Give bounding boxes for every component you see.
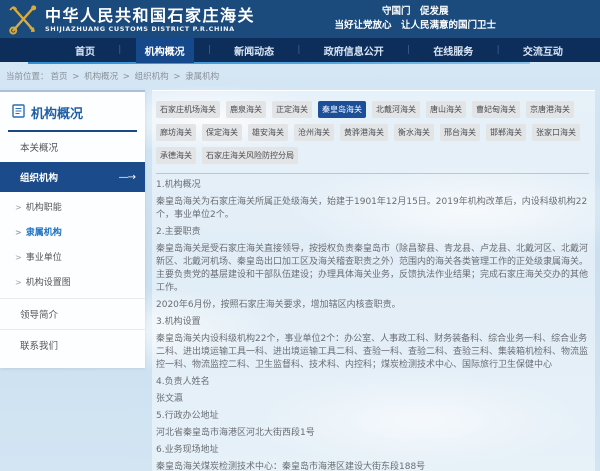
sidebar-subitem-org-chart[interactable]: > 机构设置图 [0,269,145,294]
article-paragraph: 秦皇岛海关煤炭检测技术中心：秦皇岛市海港区建设大街东段188号 [156,461,589,471]
article-paragraph: 2.主要职责 [156,226,589,239]
breadcrumb-link-overview[interactable]: 机构概况 [84,72,118,82]
sidebar: 机构概况 本关概况 组织机构 —→ > 机构职能 > 隶属机构 > 事业单位 > 机构设… [0,90,145,368]
customs-tab[interactable]: 承德海关 [156,147,196,164]
article-paragraph: 1.机构概况 [156,179,589,192]
breadcrumb-separator: > [173,72,180,82]
customs-tab[interactable]: 唐山海关 [426,101,466,118]
customs-tab[interactable]: 北戴河海关 [372,101,420,118]
nav-item-news[interactable]: 新闻动态 [225,38,283,63]
customs-tab[interactable]: 张家口海关 [532,124,580,141]
customs-tab[interactable]: 廊坊海关 [156,124,196,141]
sidebar-subitem-subordinate[interactable]: > 隶属机构 [0,219,145,244]
sidebar-item-organization[interactable]: 组织机构 —→ [0,162,145,192]
sidebar-item-leaders[interactable]: 领导简介 [0,298,145,329]
sidebar-subitem-label: 机构职能 [26,203,62,213]
sidebar-subitem-functions[interactable]: > 机构职能 [0,194,145,219]
customs-tab[interactable]: 京唐港海关 [526,101,574,118]
main-content: 石家庄机场海关 鹿泉海关 正定海关 秦皇岛海关 北戴河海关 唐山海关 曹妃甸海关… [152,90,595,471]
breadcrumb-link-organization[interactable]: 组织机构 [135,72,169,82]
nav-item-online-services[interactable]: 在线服务 [424,38,482,63]
slogan-line-2: 当好让党放心 让人民满意的国门卫士 [334,19,496,33]
page: 中华人民共和国石家庄海关 SHIJIAZHUANG CUSTOMS DISTRI… [0,0,600,471]
site-titles: 中华人民共和国石家庄海关 SHIJIAZHUANG CUSTOMS DISTRI… [45,6,255,33]
nav-item-overview[interactable]: 机构概况 [136,38,194,63]
sidebar-subitem-institutions[interactable]: > 事业单位 [0,244,145,269]
sidebar-item-label: 组织机构 [20,170,58,184]
customs-tab[interactable]: 沧州海关 [294,124,334,141]
sidebar-item-contact[interactable]: 联系我们 [0,329,145,360]
article: 1.机构概况 秦皇岛海关为石家庄海关所属正处级海关，始建于1901年12月15日… [156,179,589,471]
chevron-right-icon: > [15,278,22,287]
customs-tab[interactable]: 石家庄海关风险防控分局 [202,147,298,164]
breadcrumb-link-subordinate[interactable]: 隶属机构 [185,72,219,82]
article-paragraph: 3.机构设置 [156,316,589,329]
sidebar-subitem-label: 机构设置图 [26,278,71,288]
nav-separator: | [297,45,300,55]
article-paragraph: 6.业务现场地址 [156,444,589,457]
customs-tab[interactable]: 邯郸海关 [486,124,526,141]
sidebar-item-overview[interactable]: 本关概况 [0,132,145,162]
customs-tab[interactable]: 保定海关 [202,124,242,141]
breadcrumb-link-home[interactable]: 首页 [51,72,68,82]
customs-emblem-icon [6,3,40,35]
sidebar-subgroup: > 机构职能 > 隶属机构 > 事业单位 > 机构设置图 [0,192,145,298]
nav-item-home[interactable]: 首页 [66,38,104,63]
article-paragraph: 秦皇岛海关为石家庄海关所属正处级海关，始建于1901年12月15日。2019年机… [156,196,589,222]
customs-tab[interactable]: 雄安海关 [248,124,288,141]
customs-tab[interactable]: 正定海关 [272,101,312,118]
sidebar-subitem-label: 隶属机构 [26,228,62,238]
sidebar-header: 机构概况 [8,92,137,132]
article-paragraph: 4.负责人姓名 [156,376,589,389]
content-divider [156,173,589,174]
customs-tab-active[interactable]: 秦皇岛海关 [318,101,366,118]
nav-separator: | [407,45,410,55]
chevron-right-icon: > [15,203,22,212]
article-paragraph: 5.行政办公地址 [156,410,589,423]
arrow-right-icon: —→ [119,172,135,183]
site-subtitle: SHIJIAZHUANG CUSTOMS DISTRICT P.R.CHINA [45,25,255,33]
sidebar-subitem-label: 事业单位 [26,253,62,263]
article-paragraph: 秦皇岛海关内设科级机构22个，事业单位2个：办公室、人事政工科、财务装备科、综合… [156,333,589,372]
main-nav: 首页 | 机构概况 | 新闻动态 | 政府信息公开 | 在线服务 | 交流互动 [0,38,600,62]
nav-item-interaction[interactable]: 交流互动 [514,38,572,63]
site-title: 中华人民共和国石家庄海关 [45,6,255,25]
header-slogan: 守国门 促发展 当好让党放心 让人民满意的国门卫士 [334,5,496,32]
customs-tab[interactable]: 鹿泉海关 [226,101,266,118]
breadcrumb-prefix: 当前位置： [6,72,49,82]
sidebar-title: 机构概况 [31,103,83,122]
nav-separator: | [497,45,500,55]
article-paragraph: 秦皇岛海关是受石家庄海关直接领导，按授权负责秦皇岛市（除昌黎县、青龙县、卢龙县、… [156,243,589,295]
customs-tab[interactable]: 衡水海关 [394,124,434,141]
document-icon [12,104,25,122]
breadcrumb-separator: > [123,72,130,82]
chevron-right-icon: > [15,253,22,262]
slogan-line-1: 守国门 促发展 [334,5,496,19]
nav-separator: | [118,45,121,55]
nav-separator: | [208,45,211,55]
chevron-right-icon: > [15,228,22,237]
article-paragraph: 2020年6月份，按照石家庄海关要求，增加辖区内核查职责。 [156,299,589,312]
customs-tab[interactable]: 曹妃甸海关 [472,101,520,118]
body-area: 机构概况 本关概况 组织机构 —→ > 机构职能 > 隶属机构 > 事业单位 > 机构设… [0,85,600,471]
nav-item-gov-info[interactable]: 政府信息公开 [315,38,393,63]
article-paragraph: 张文瀛 [156,393,589,406]
site-header: 中华人民共和国石家庄海关 SHIJIAZHUANG CUSTOMS DISTRI… [0,0,600,38]
breadcrumb: 当前位置：首页 > 机构概况 > 组织机构 > 隶属机构 [0,64,600,85]
breadcrumb-separator: > [72,72,79,82]
customs-tabs: 石家庄机场海关 鹿泉海关 正定海关 秦皇岛海关 北戴河海关 唐山海关 曹妃甸海关… [156,98,589,173]
article-paragraph: 河北省秦皇岛市海港区河北大街西段1号 [156,427,589,440]
customs-tab[interactable]: 石家庄机场海关 [156,101,220,118]
customs-tab[interactable]: 黄骅港海关 [340,124,388,141]
customs-tab[interactable]: 邢台海关 [440,124,480,141]
